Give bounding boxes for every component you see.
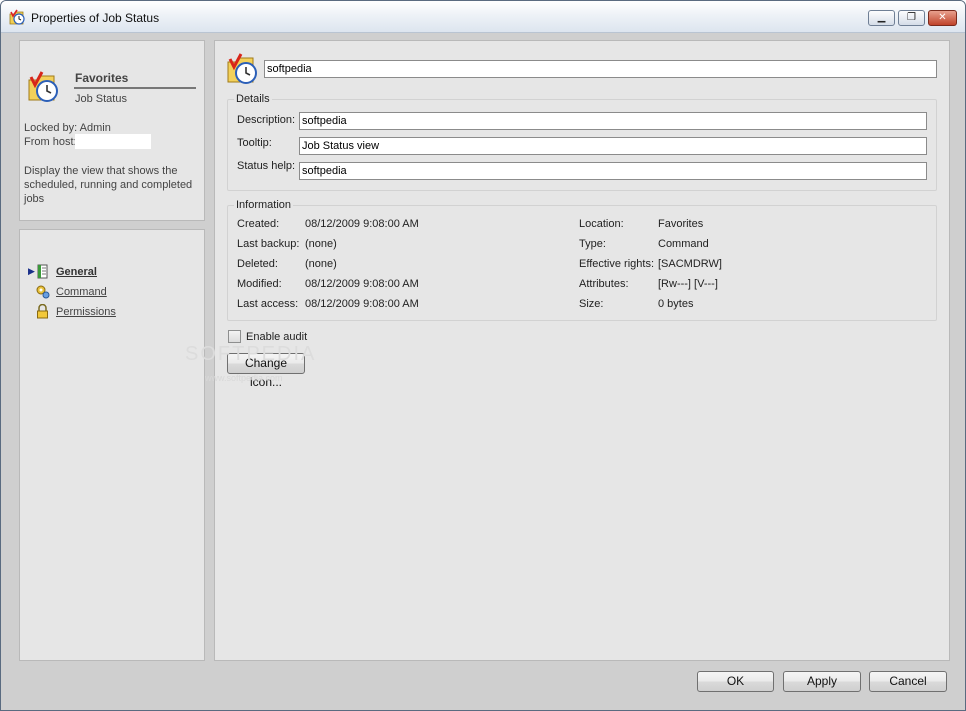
created-value: 08/12/2009 9:08:00 AM — [305, 218, 419, 230]
ok-button[interactable]: OK — [697, 671, 774, 692]
created-label: Created: — [237, 218, 280, 230]
properties-window: Properties of Job Status ▁ ❐ ✕ Favorites… — [0, 0, 966, 711]
description-input[interactable]: softpedia — [299, 112, 927, 130]
description-label: Description: — [237, 114, 296, 126]
title-divider — [74, 87, 196, 89]
enable-audit-checkbox[interactable] — [228, 330, 241, 343]
padlock-icon — [37, 304, 48, 319]
deleted-value: (none) — [305, 258, 337, 270]
type-label: Type: — [579, 238, 606, 250]
from-host-value — [75, 134, 151, 149]
size-value: 0 bytes — [658, 298, 694, 310]
status-help-label: Status help: — [237, 160, 296, 172]
information-group: Information Created: 08/12/2009 9:08:00 … — [227, 199, 937, 321]
name-input[interactable]: softpedia — [264, 60, 937, 78]
status-help-input[interactable]: softpedia — [299, 162, 927, 180]
deleted-label: Deleted: — [237, 258, 278, 270]
effective-rights-value: [SACMDRW] — [658, 258, 722, 270]
favorites-folder-icon — [28, 71, 58, 102]
nav-label-permissions: Permissions — [56, 306, 116, 318]
general-page-icon — [37, 264, 48, 279]
details-legend: Details — [234, 93, 272, 105]
last-backup-value: (none) — [305, 238, 337, 250]
general-page: softpedia Details Description: softpedia… — [185, 40, 950, 661]
object-name: Job Status — [75, 93, 127, 105]
maximize-button[interactable]: ❐ — [898, 10, 925, 26]
effective-rights-label: Effective rights: — [579, 258, 654, 270]
cancel-button[interactable]: Cancel — [869, 671, 947, 692]
last-access-label: Last access: — [237, 298, 299, 310]
current-page-arrow-icon: ▶ — [28, 266, 35, 276]
watermark-brand: SOFTPEDIA — [185, 343, 317, 365]
dialog-body: Favorites Job Status Locked by: Admin Fr… — [10, 33, 958, 692]
page-navigation: ▶ General Command Permissions — [19, 229, 205, 661]
nav-label-command: Command — [56, 286, 107, 298]
location-label: Location: — [579, 218, 624, 230]
tooltip-input[interactable]: Job Status view — [299, 137, 927, 155]
attributes-value: [Rw---] [V---] — [658, 278, 718, 290]
type-value: Command — [658, 238, 709, 250]
object-summary-panel: Favorites Job Status Locked by: Admin Fr… — [19, 40, 205, 221]
object-description: Display the view that shows the schedule… — [24, 165, 193, 205]
title-bar[interactable]: Properties of Job Status ▁ ❐ ✕ — [1, 1, 965, 33]
locked-by-text: Locked by: Admin — [24, 122, 111, 134]
job-status-icon — [9, 9, 25, 25]
nav-label-general: General — [56, 266, 97, 278]
modified-label: Modified: — [237, 278, 282, 290]
attributes-label: Attributes: — [579, 278, 629, 290]
size-label: Size: — [579, 298, 604, 310]
last-access-value: 08/12/2009 9:08:00 AM — [305, 298, 419, 310]
from-host-label: From host: — [24, 136, 77, 148]
details-group: Details Description: softpedia Tooltip: … — [227, 93, 937, 191]
last-backup-label: Last backup: — [237, 238, 300, 250]
location-value: Favorites — [658, 218, 704, 230]
modified-value: 08/12/2009 9:08:00 AM — [305, 278, 419, 290]
information-legend: Information — [234, 199, 294, 211]
close-button[interactable]: ✕ — [928, 10, 957, 26]
command-gear-icon — [36, 285, 50, 299]
watermark-url: www.softpedia.com — [205, 373, 283, 383]
tooltip-label: Tooltip: — [237, 137, 272, 149]
minimize-button[interactable]: ▁ — [868, 10, 895, 26]
window-title: Properties of Job Status — [31, 11, 160, 25]
apply-button[interactable]: Apply — [783, 671, 861, 692]
folder-name: Favorites — [75, 71, 129, 85]
enable-audit-label[interactable]: Enable audit — [246, 331, 307, 343]
object-icon — [227, 53, 257, 84]
